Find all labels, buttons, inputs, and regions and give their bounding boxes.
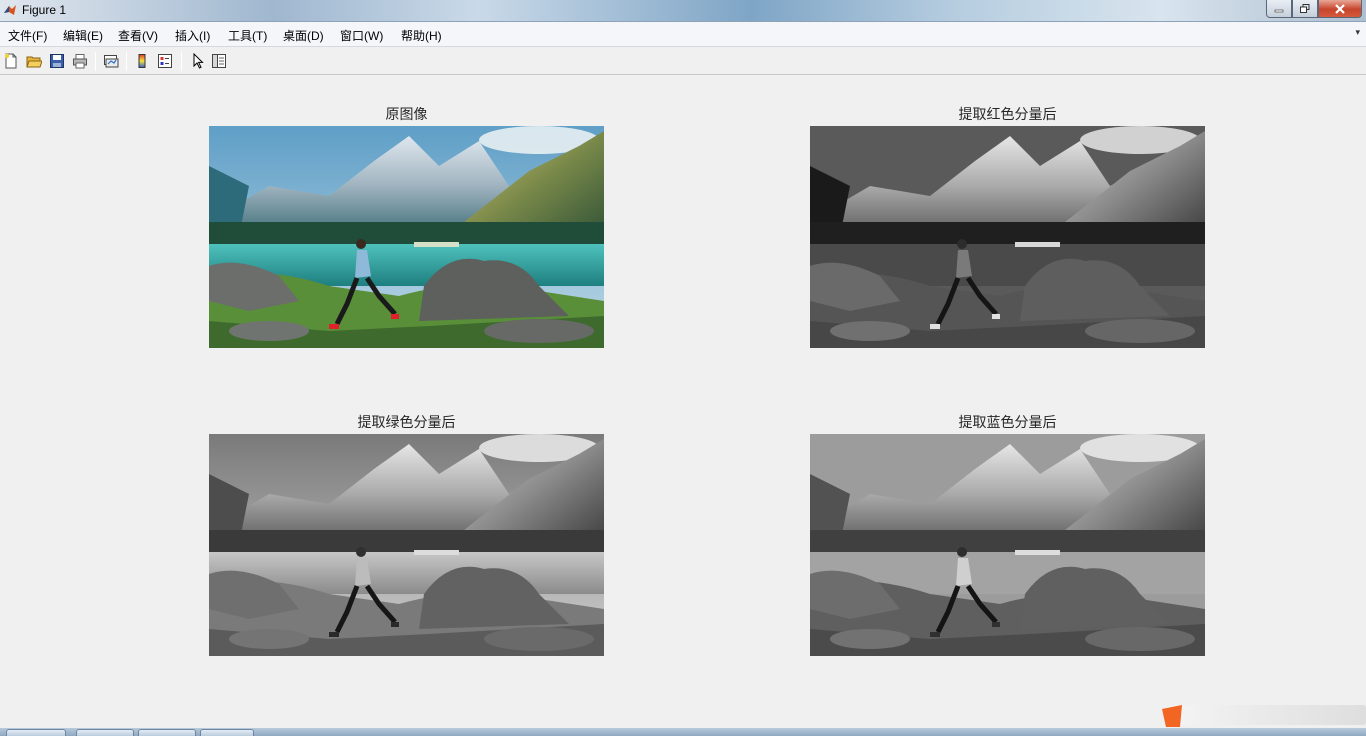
landscape-image-blue [810, 434, 1205, 656]
subplot-title-original: 原图像 [385, 107, 428, 123]
menu-bar: 文件(F) 编辑(E) 查看(V) 插入(I) 工具(T) 桌面(D) 窗口(W… [0, 22, 1366, 47]
image-red-channel[interactable] [810, 126, 1205, 348]
landscape-image-red [810, 126, 1205, 348]
minimize-button[interactable] [1266, 0, 1292, 18]
open-file-icon [26, 56, 42, 68]
landscape-image-green [209, 434, 604, 656]
taskbar-item[interactable] [200, 729, 254, 736]
menu-insert[interactable]: 插入(I) [175, 27, 210, 44]
subplot-title-blue: 提取蓝色分量后 [958, 415, 1057, 431]
image-blue-channel[interactable] [810, 434, 1205, 656]
image-original[interactable] [209, 126, 604, 348]
new-figure-button[interactable] [2, 52, 20, 70]
floating-widget [1160, 703, 1366, 728]
property-editor-button[interactable] [210, 52, 228, 70]
minimize-icon [1274, 9, 1284, 12]
restore-button[interactable] [1292, 0, 1318, 18]
menu-file[interactable]: 文件(F) [8, 27, 47, 44]
property-editor-icon [212, 54, 226, 68]
taskbar [0, 728, 1366, 736]
menu-desktop[interactable]: 桌面(D) [283, 27, 324, 44]
menu-edit[interactable]: 编辑(E) [63, 27, 103, 44]
link-plot-icon [104, 55, 119, 68]
landscape-image [209, 126, 604, 348]
menu-view[interactable]: 查看(V) [118, 27, 158, 44]
edit-plot-icon [193, 53, 204, 69]
figure-toolbar [0, 48, 1366, 75]
start-button[interactable] [6, 729, 66, 736]
open-file-button[interactable] [25, 52, 43, 70]
print-icon [73, 54, 87, 69]
toolbar-separator [126, 52, 127, 71]
window-controls [1266, 0, 1362, 18]
image-green-channel[interactable] [209, 434, 604, 656]
close-button[interactable] [1318, 0, 1362, 18]
toolbar-separator [95, 52, 96, 71]
close-icon [1335, 3, 1345, 14]
print-button[interactable] [71, 52, 89, 70]
figure-canvas: 原图像 提取红色分量后 提取绿色分量后 提取蓝色分量后 [0, 76, 1366, 728]
link-plot-button[interactable] [102, 52, 120, 70]
edit-plot-button[interactable] [188, 52, 206, 70]
matlab-icon [4, 5, 16, 15]
save-button[interactable] [48, 52, 66, 70]
menu-help[interactable]: 帮助(H) [401, 27, 442, 44]
restore-icon [1300, 4, 1310, 13]
legend-icon [158, 54, 172, 68]
subplot-title-green: 提取绿色分量后 [357, 415, 456, 431]
title-bar[interactable]: Figure 1 [0, 0, 1366, 22]
taskbar-item[interactable] [138, 729, 196, 736]
toolbar-separator [181, 52, 182, 71]
window-title: Figure 1 [22, 3, 67, 17]
colorbar-icon [138, 54, 146, 68]
menu-window[interactable]: 窗口(W) [340, 27, 383, 44]
new-figure-icon [4, 53, 17, 69]
menu-tools[interactable]: 工具(T) [228, 27, 267, 44]
save-icon [50, 54, 64, 68]
subplot-title-red: 提取红色分量后 [958, 107, 1057, 123]
legend-button[interactable] [156, 52, 174, 70]
colorbar-button[interactable] [133, 52, 151, 70]
chevron-icon[interactable]: ▾ [1355, 28, 1360, 38]
taskbar-item[interactable] [76, 729, 134, 736]
